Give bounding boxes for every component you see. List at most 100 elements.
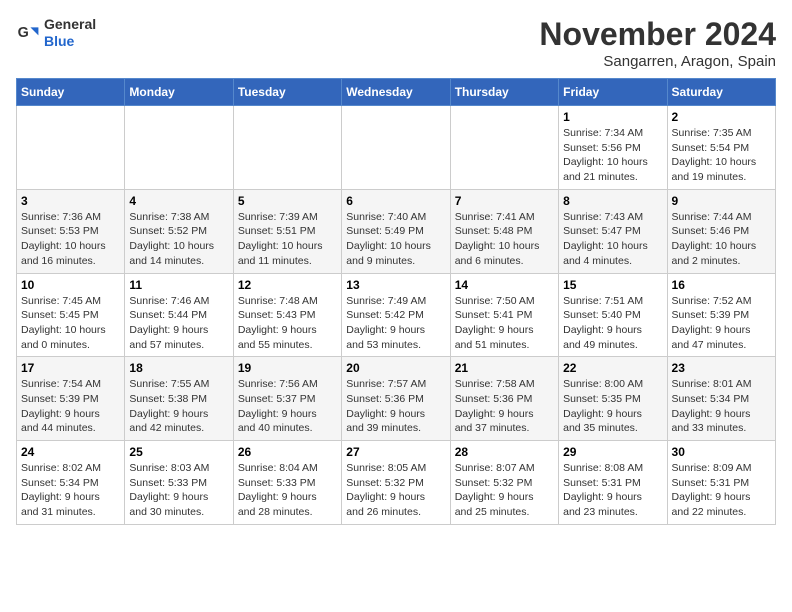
day-number: 22 bbox=[563, 361, 662, 375]
logo-blue: Blue bbox=[44, 33, 96, 50]
day-cell: 12 Sunrise: 7:48 AM Sunset: 5:43 PM Dayli… bbox=[233, 273, 341, 357]
week-row-1: 3 Sunrise: 7:36 AM Sunset: 5:53 PM Daylig… bbox=[17, 189, 776, 273]
day-cell: 17Sunrise: 7:54 AM Sunset: 5:39 PM Dayli… bbox=[17, 357, 125, 441]
day-info: Sunrise: 7:36 AM Sunset: 5:53 PM Dayligh… bbox=[21, 210, 120, 269]
day-number: 27 bbox=[346, 445, 445, 459]
day-info: Sunrise: 7:52 AM Sunset: 5:39 PM Dayligh… bbox=[672, 294, 771, 353]
day-info: Sunrise: 7:49 AM Sunset: 5:42 PM Dayligh… bbox=[346, 294, 445, 353]
month-title: November 2024 bbox=[539, 16, 776, 53]
day-cell: 28Sunrise: 8:07 AM Sunset: 5:32 PM Dayli… bbox=[450, 441, 558, 525]
day-number: 1 bbox=[563, 110, 662, 124]
day-number: 15 bbox=[563, 278, 662, 292]
day-info: Sunrise: 7:48 AM Sunset: 5:43 PM Dayligh… bbox=[238, 294, 337, 353]
day-info: Sunrise: 8:00 AM Sunset: 5:35 PM Dayligh… bbox=[563, 377, 662, 436]
day-number: 24 bbox=[21, 445, 120, 459]
day-cell: 3 Sunrise: 7:36 AM Sunset: 5:53 PM Daylig… bbox=[17, 189, 125, 273]
day-cell: 14Sunrise: 7:50 AM Sunset: 5:41 PM Dayli… bbox=[450, 273, 558, 357]
day-number: 4 bbox=[129, 194, 228, 208]
header: G General Blue November 2024 Sangarren, … bbox=[16, 16, 776, 70]
day-cell: 13 Sunrise: 7:49 AM Sunset: 5:42 PM Dayli… bbox=[342, 273, 450, 357]
calendar: SundayMondayTuesdayWednesdayThursdayFrid… bbox=[16, 78, 776, 525]
week-row-3: 17Sunrise: 7:54 AM Sunset: 5:39 PM Dayli… bbox=[17, 357, 776, 441]
day-number: 25 bbox=[129, 445, 228, 459]
day-number: 19 bbox=[238, 361, 337, 375]
day-info: Sunrise: 7:44 AM Sunset: 5:46 PM Dayligh… bbox=[672, 210, 771, 269]
weekday-header-thursday: Thursday bbox=[450, 79, 558, 106]
day-number: 10 bbox=[21, 278, 120, 292]
logo: G General Blue bbox=[16, 16, 96, 50]
day-cell bbox=[17, 106, 125, 190]
day-cell: 30Sunrise: 8:09 AM Sunset: 5:31 PM Dayli… bbox=[667, 441, 775, 525]
day-number: 14 bbox=[455, 278, 554, 292]
day-number: 12 bbox=[238, 278, 337, 292]
day-info: Sunrise: 7:35 AM Sunset: 5:54 PM Dayligh… bbox=[672, 126, 771, 185]
day-info: Sunrise: 8:03 AM Sunset: 5:33 PM Dayligh… bbox=[129, 461, 228, 520]
day-info: Sunrise: 7:56 AM Sunset: 5:37 PM Dayligh… bbox=[238, 377, 337, 436]
day-cell: 22 Sunrise: 8:00 AM Sunset: 5:35 PM Dayli… bbox=[559, 357, 667, 441]
day-info: Sunrise: 8:07 AM Sunset: 5:32 PM Dayligh… bbox=[455, 461, 554, 520]
day-cell: 2 Sunrise: 7:35 AM Sunset: 5:54 PM Daylig… bbox=[667, 106, 775, 190]
day-cell: 20Sunrise: 7:57 AM Sunset: 5:36 PM Dayli… bbox=[342, 357, 450, 441]
week-row-2: 10 Sunrise: 7:45 AM Sunset: 5:45 PM Dayli… bbox=[17, 273, 776, 357]
day-cell: 25 Sunrise: 8:03 AM Sunset: 5:33 PM Dayli… bbox=[125, 441, 233, 525]
day-number: 5 bbox=[238, 194, 337, 208]
day-info: Sunrise: 8:01 AM Sunset: 5:34 PM Dayligh… bbox=[672, 377, 771, 436]
day-cell bbox=[125, 106, 233, 190]
weekday-header-sunday: Sunday bbox=[17, 79, 125, 106]
day-cell: 1 Sunrise: 7:34 AM Sunset: 5:56 PM Daylig… bbox=[559, 106, 667, 190]
day-cell bbox=[450, 106, 558, 190]
day-number: 17 bbox=[21, 361, 120, 375]
day-info: Sunrise: 8:08 AM Sunset: 5:31 PM Dayligh… bbox=[563, 461, 662, 520]
day-number: 13 bbox=[346, 278, 445, 292]
day-info: Sunrise: 7:41 AM Sunset: 5:48 PM Dayligh… bbox=[455, 210, 554, 269]
day-info: Sunrise: 7:57 AM Sunset: 5:36 PM Dayligh… bbox=[346, 377, 445, 436]
day-cell: 16 Sunrise: 7:52 AM Sunset: 5:39 PM Dayli… bbox=[667, 273, 775, 357]
day-cell: 10 Sunrise: 7:45 AM Sunset: 5:45 PM Dayli… bbox=[17, 273, 125, 357]
day-info: Sunrise: 7:55 AM Sunset: 5:38 PM Dayligh… bbox=[129, 377, 228, 436]
day-info: Sunrise: 7:38 AM Sunset: 5:52 PM Dayligh… bbox=[129, 210, 228, 269]
day-cell: 29 Sunrise: 8:08 AM Sunset: 5:31 PM Dayli… bbox=[559, 441, 667, 525]
logo-text: General Blue bbox=[44, 16, 96, 50]
weekday-header-wednesday: Wednesday bbox=[342, 79, 450, 106]
day-number: 2 bbox=[672, 110, 771, 124]
day-info: Sunrise: 8:05 AM Sunset: 5:32 PM Dayligh… bbox=[346, 461, 445, 520]
day-number: 18 bbox=[129, 361, 228, 375]
day-number: 23 bbox=[672, 361, 771, 375]
day-info: Sunrise: 8:02 AM Sunset: 5:34 PM Dayligh… bbox=[21, 461, 120, 520]
day-number: 26 bbox=[238, 445, 337, 459]
day-cell: 26Sunrise: 8:04 AM Sunset: 5:33 PM Dayli… bbox=[233, 441, 341, 525]
title-area: November 2024 Sangarren, Aragon, Spain bbox=[539, 16, 776, 70]
day-info: Sunrise: 7:45 AM Sunset: 5:45 PM Dayligh… bbox=[21, 294, 120, 353]
day-number: 29 bbox=[563, 445, 662, 459]
day-cell: 8Sunrise: 7:43 AM Sunset: 5:47 PM Daylig… bbox=[559, 189, 667, 273]
day-info: Sunrise: 7:34 AM Sunset: 5:56 PM Dayligh… bbox=[563, 126, 662, 185]
logo-general: General bbox=[44, 16, 96, 33]
day-number: 3 bbox=[21, 194, 120, 208]
week-row-4: 24 Sunrise: 8:02 AM Sunset: 5:34 PM Dayli… bbox=[17, 441, 776, 525]
day-number: 6 bbox=[346, 194, 445, 208]
logo-icon: G bbox=[16, 21, 40, 45]
day-number: 16 bbox=[672, 278, 771, 292]
svg-text:G: G bbox=[18, 25, 29, 41]
day-cell: 5Sunrise: 7:39 AM Sunset: 5:51 PM Daylig… bbox=[233, 189, 341, 273]
day-cell: 15 Sunrise: 7:51 AM Sunset: 5:40 PM Dayli… bbox=[559, 273, 667, 357]
day-cell: 27 Sunrise: 8:05 AM Sunset: 5:32 PM Dayli… bbox=[342, 441, 450, 525]
day-cell bbox=[233, 106, 341, 190]
day-cell: 6Sunrise: 7:40 AM Sunset: 5:49 PM Daylig… bbox=[342, 189, 450, 273]
location: Sangarren, Aragon, Spain bbox=[539, 53, 776, 70]
week-row-0: 1 Sunrise: 7:34 AM Sunset: 5:56 PM Daylig… bbox=[17, 106, 776, 190]
day-cell: 21Sunrise: 7:58 AM Sunset: 5:36 PM Dayli… bbox=[450, 357, 558, 441]
day-number: 11 bbox=[129, 278, 228, 292]
day-info: Sunrise: 7:51 AM Sunset: 5:40 PM Dayligh… bbox=[563, 294, 662, 353]
day-number: 30 bbox=[672, 445, 771, 459]
day-cell: 11Sunrise: 7:46 AM Sunset: 5:44 PM Dayli… bbox=[125, 273, 233, 357]
day-cell: 18 Sunrise: 7:55 AM Sunset: 5:38 PM Dayli… bbox=[125, 357, 233, 441]
day-cell: 4 Sunrise: 7:38 AM Sunset: 5:52 PM Daylig… bbox=[125, 189, 233, 273]
day-info: Sunrise: 7:58 AM Sunset: 5:36 PM Dayligh… bbox=[455, 377, 554, 436]
day-number: 9 bbox=[672, 194, 771, 208]
day-cell bbox=[342, 106, 450, 190]
weekday-header-friday: Friday bbox=[559, 79, 667, 106]
day-cell: 19 Sunrise: 7:56 AM Sunset: 5:37 PM Dayli… bbox=[233, 357, 341, 441]
day-number: 8 bbox=[563, 194, 662, 208]
day-cell: 24 Sunrise: 8:02 AM Sunset: 5:34 PM Dayli… bbox=[17, 441, 125, 525]
